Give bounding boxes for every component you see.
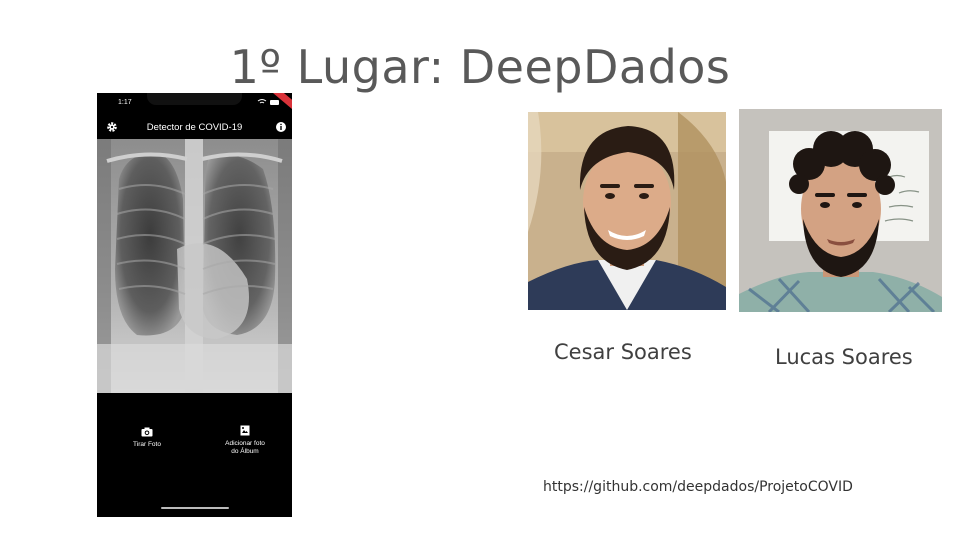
wifi-icon bbox=[257, 99, 279, 105]
portrait-lucas-soares bbox=[739, 109, 942, 312]
app-title: Detector de COVID-19 bbox=[146, 122, 243, 133]
home-indicator bbox=[161, 507, 229, 509]
person-name-cesar: Cesar Soares bbox=[554, 340, 692, 364]
chest-xray-image bbox=[97, 139, 292, 393]
action-panel: Tirar Foto Adicionar foto do Álbum bbox=[97, 393, 292, 517]
camera-icon bbox=[141, 427, 153, 437]
info-icon[interactable] bbox=[275, 121, 287, 133]
take-photo-button[interactable]: Tirar Foto bbox=[107, 427, 187, 449]
person-name-lucas: Lucas Soares bbox=[775, 345, 913, 369]
take-photo-label: Tirar Foto bbox=[133, 441, 161, 448]
status-bar: 1:17 bbox=[97, 93, 292, 114]
gallery-icon bbox=[240, 425, 250, 436]
github-repo-link[interactable]: https://github.com/deepdados/ProjetoCOVI… bbox=[543, 479, 853, 495]
slide-title: 1º Lugar: DeepDados bbox=[229, 40, 731, 94]
phone-notch bbox=[147, 93, 242, 105]
portrait-cesar-soares bbox=[528, 112, 726, 310]
add-album-photo-button[interactable]: Adicionar foto do Álbum bbox=[205, 425, 285, 456]
phone-screenshot: 1:17 Detector de COVID-19 Tirar Foto Adi… bbox=[97, 93, 292, 517]
status-time: 1:17 bbox=[118, 99, 132, 106]
add-album-label-line1: Adicionar foto bbox=[225, 440, 265, 447]
app-header: Detector de COVID-19 bbox=[97, 113, 292, 141]
add-album-label-line2: do Álbum bbox=[231, 448, 259, 455]
